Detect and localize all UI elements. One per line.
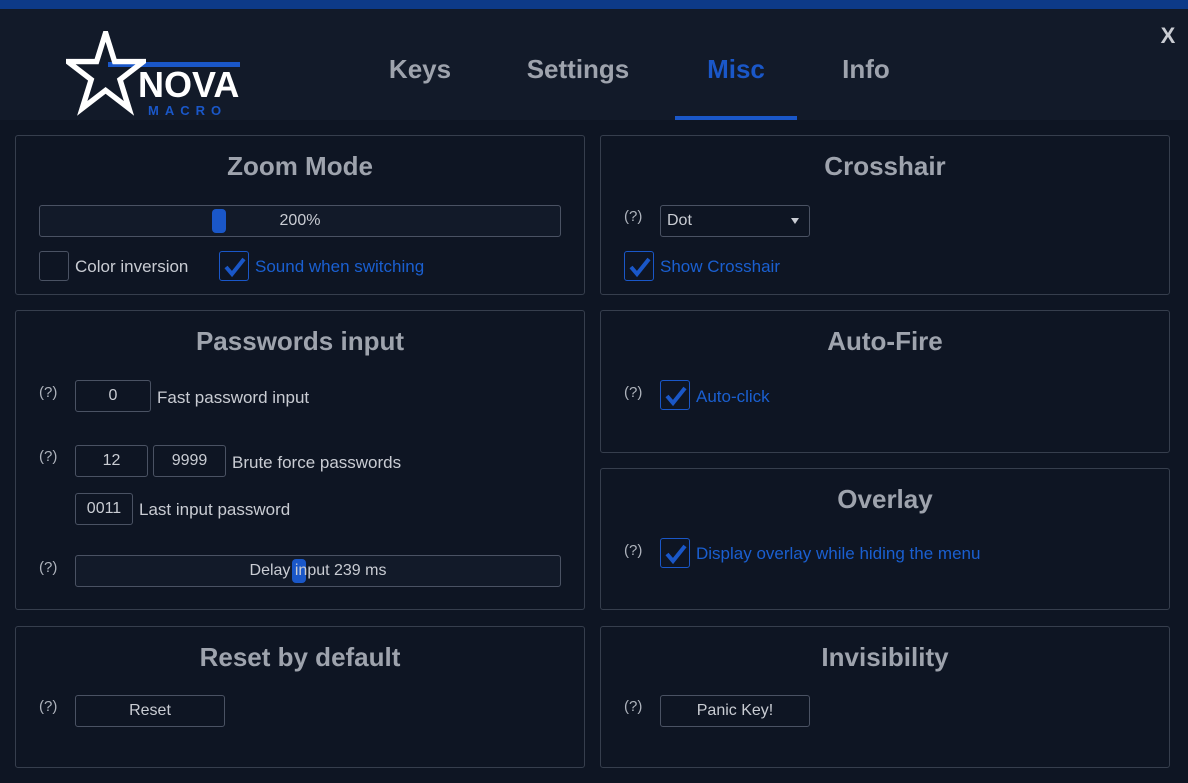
color-inversion-label: Color inversion [75, 257, 189, 276]
help-icon[interactable]: (?) [624, 698, 642, 716]
color-inversion-checkbox[interactable] [39, 251, 69, 281]
help-icon[interactable]: (?) [624, 208, 642, 226]
header: X NOVA MACRO Keys Settings Misc Info [0, 9, 1188, 120]
panel-title: Crosshair [824, 151, 946, 181]
help-icon[interactable]: (?) [39, 559, 57, 577]
show-crosshair-checkbox[interactable] [624, 251, 654, 281]
help-icon[interactable]: (?) [39, 384, 57, 402]
auto-fire-panel: Auto-Fire (?) Auto-click [600, 310, 1170, 453]
active-tab-underline [675, 116, 797, 120]
reset-panel: Reset by default (?) Reset [15, 626, 585, 768]
help-icon[interactable]: (?) [39, 698, 57, 716]
help-icon[interactable]: (?) [624, 384, 642, 402]
brute-force-from-input[interactable]: 12 [75, 445, 148, 477]
last-input-password-label: Last input password [139, 500, 291, 519]
panel-title: Overlay [837, 484, 933, 514]
fast-password-input[interactable]: 0 [75, 380, 151, 412]
close-button[interactable]: X [1158, 23, 1178, 49]
sound-switching-label: Sound when switching [255, 257, 425, 276]
display-overlay-label: Display overlay while hiding the menu [696, 544, 981, 563]
zoom-slider[interactable]: 200% [39, 205, 561, 237]
logo-name: NOVA [138, 64, 240, 105]
passwords-input-panel: Passwords input (?) 0 Fast password inpu… [15, 310, 585, 610]
auto-click-label: Auto-click [696, 387, 770, 406]
panel-title: Invisibility [821, 642, 949, 672]
check-icon [665, 386, 687, 407]
last-input-password[interactable]: 0011 [75, 493, 133, 525]
star-icon [66, 31, 146, 116]
auto-click-checkbox[interactable] [660, 380, 690, 410]
overlay-panel: Overlay (?) Display overlay while hiding… [600, 468, 1170, 610]
panel-title: Auto-Fire [827, 326, 943, 356]
crosshair-panel: Crosshair (?) Dot Show Crosshair [600, 135, 1170, 295]
zoom-value: 200% [279, 212, 321, 229]
top-accent-bar [0, 0, 1188, 9]
help-icon[interactable]: (?) [39, 448, 57, 466]
show-crosshair-label: Show Crosshair [660, 257, 780, 276]
zoom-mode-panel: Zoom Mode 200% Color inversion Sound whe… [15, 135, 585, 295]
delay-input-value: Delay input 239 ms [249, 562, 387, 579]
brute-force-to-input[interactable]: 9999 [153, 445, 226, 477]
help-icon[interactable]: (?) [624, 542, 642, 560]
display-overlay-checkbox[interactable] [660, 538, 690, 568]
panel-title: Zoom Mode [227, 151, 373, 181]
delay-input-slider[interactable]: Delay input 239 ms [75, 555, 561, 587]
panic-key-button[interactable]: Panic Key! [660, 695, 810, 727]
tab-keys[interactable]: Keys [380, 53, 460, 85]
chevron-down-icon [791, 218, 799, 224]
panel-title: Reset by default [199, 642, 401, 672]
brute-force-label: Brute force passwords [232, 453, 402, 472]
crosshair-select-value: Dot [667, 212, 692, 229]
panel-title: Passwords input [195, 326, 405, 356]
reset-button[interactable]: Reset [75, 695, 225, 727]
logo-subtitle: MACRO [148, 103, 228, 118]
check-icon [224, 257, 246, 278]
sound-switching-checkbox[interactable] [219, 251, 249, 281]
check-icon [629, 257, 651, 278]
crosshair-select[interactable]: Dot [660, 205, 810, 237]
logo: NOVA MACRO [66, 31, 246, 119]
tab-misc[interactable]: Misc [695, 53, 777, 85]
check-icon [665, 544, 687, 565]
tab-info[interactable]: Info [830, 53, 902, 85]
tab-settings[interactable]: Settings [522, 53, 634, 85]
invisibility-panel: Invisibility (?) Panic Key! [600, 626, 1170, 768]
fast-password-label: Fast password input [157, 388, 310, 407]
